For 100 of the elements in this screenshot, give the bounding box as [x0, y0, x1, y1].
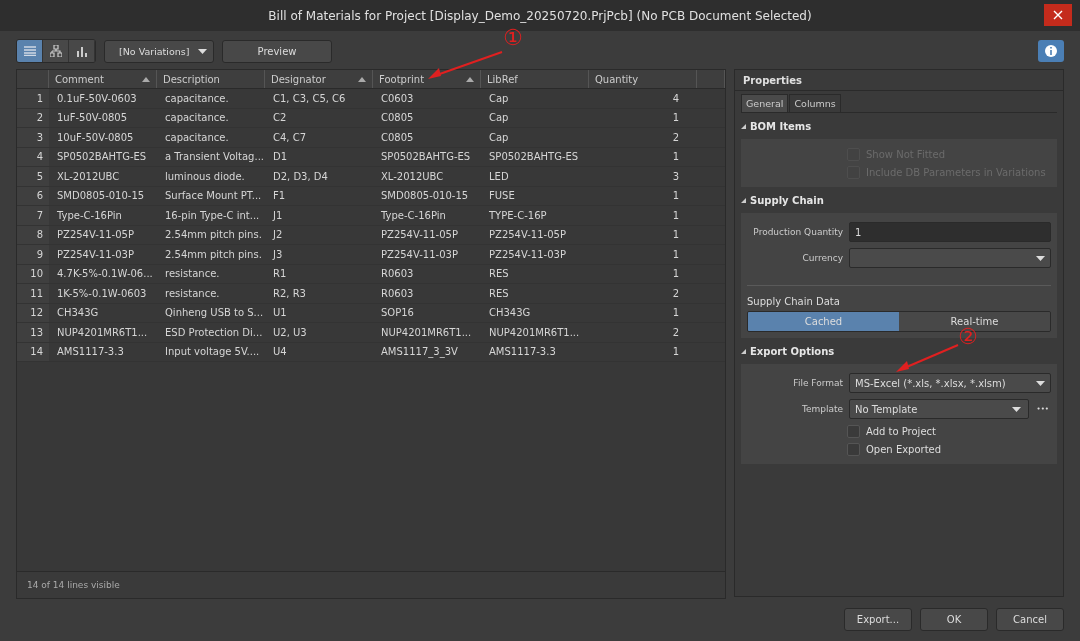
- dialog-button[interactable]: Export...: [844, 607, 912, 631]
- table-cell-text: ESD Protection Di...: [164, 325, 264, 340]
- table-cell-text: AMS1117-3.3: [56, 345, 125, 360]
- table-cell-text: 4: [671, 91, 680, 106]
- table-cell-text: Type-C-16Pin: [380, 208, 447, 223]
- dialog-button[interactable]: Cancel: [996, 607, 1064, 631]
- info-button[interactable]: [1038, 40, 1064, 62]
- checkbox-option[interactable]: Add to Project: [847, 422, 936, 440]
- table-cell-text: D2, D3, D4: [272, 169, 329, 184]
- table-cell-text: 1K-5%-0.1W-0603: [56, 286, 148, 301]
- table-cell-text: 1: [671, 111, 680, 126]
- table-cell-text: 2.54mm pitch pins.: [164, 228, 263, 243]
- table-cell-text: C0805: [380, 111, 415, 126]
- file-format-dropdown[interactable]: MS-Excel (*.xls, *.xlsx, *.xlsm): [849, 373, 1051, 393]
- table-cell-text: U2, U3: [272, 325, 308, 340]
- table-cell-text: NUP4201MR6T1...: [56, 325, 149, 340]
- table-cell-text: XL-2012UBC: [56, 169, 121, 184]
- table-cell-text: 10uF-50V-0805: [56, 130, 135, 145]
- template-dropdown[interactable]: No Template: [849, 399, 1029, 419]
- table-cell-text: 1: [671, 150, 680, 165]
- column-header[interactable]: Quantity: [589, 70, 697, 88]
- section-header[interactable]: Supply Chain: [741, 187, 824, 213]
- table-cell-text: PZ254V-11-03P: [380, 247, 459, 262]
- dialog-button[interactable]: OK: [920, 607, 988, 631]
- row-number: 9: [17, 245, 49, 264]
- checkbox[interactable]: [847, 442, 860, 456]
- table-cell-text: SP0502BAHTG-ES: [380, 150, 472, 165]
- section-header[interactable]: Export Options: [741, 338, 835, 364]
- table-cell-text: C4, C7: [272, 130, 308, 145]
- table-cell-text: SMD0805-010-15: [380, 189, 470, 204]
- table-cell-text: U1: [272, 306, 288, 321]
- table-cell-text: capacitance.: [164, 111, 230, 126]
- table-cell-text: PZ254V-11-05P: [56, 228, 135, 243]
- table-cell-text: D1: [272, 150, 289, 165]
- panel-title: Properties: [735, 70, 1063, 91]
- table-cell-text: PZ254V-11-03P: [56, 247, 135, 262]
- table-cell-text: 2.54mm pitch pins.: [164, 247, 263, 262]
- table-cell-text: F1: [272, 189, 287, 204]
- input-field[interactable]: 1: [849, 222, 1051, 242]
- table-cell-text: Surface Mount PT...: [164, 189, 263, 204]
- variations-dropdown[interactable]: [No Variations]: [104, 39, 214, 63]
- table-cell-text: 4.7K-5%-0.1W-06...: [56, 267, 154, 282]
- row-number: 11: [17, 284, 49, 303]
- table-cell-text: SMD0805-010-15: [56, 189, 146, 204]
- table-cell-text: 1: [671, 208, 680, 223]
- caret-icon: [198, 48, 207, 54]
- window-title: Bill of Materials for Project [Display_Demo_20250720.PrjPcb] (No PCB Document Selected): [268, 8, 812, 23]
- table-cell-text: SP0502BAHTG-ES: [56, 150, 148, 165]
- table-cell-text: resistance.: [164, 286, 221, 301]
- section-header[interactable]: BOM Items: [741, 113, 812, 139]
- table-cell-text: TYPE-C-16P: [488, 208, 548, 223]
- column-header[interactable]: LibRef: [481, 70, 589, 88]
- annotation-arrow: [896, 344, 959, 372]
- close-icon: [1053, 10, 1063, 20]
- row-number: 1: [17, 89, 49, 108]
- info-icon: [1045, 45, 1057, 57]
- table-cell-text: PZ254V-11-05P: [488, 228, 567, 243]
- table-cell-text: J3: [271, 247, 284, 262]
- table-cell-text: luminous diode.: [164, 169, 246, 184]
- table-cell-text: SP0502BAHTG-ES: [488, 150, 580, 165]
- column-header[interactable]: Description: [157, 70, 265, 88]
- tree-view-button[interactable]: [43, 40, 69, 62]
- chart-view-button[interactable]: [69, 40, 95, 62]
- tab[interactable]: General: [741, 94, 789, 112]
- table-cell-text: RES: [488, 286, 510, 301]
- caret-icon: [1011, 406, 1021, 412]
- table-cell-text: CH343G: [56, 306, 100, 321]
- column-header[interactable]: Designator: [265, 70, 373, 88]
- table-cell-text: J1: [271, 208, 284, 223]
- list-view-button[interactable]: [17, 40, 43, 62]
- checkbox-option[interactable]: Open Exported: [847, 440, 942, 458]
- table-cell-text: Qinheng USB to S...: [164, 306, 265, 321]
- annotation-number: ①: [503, 27, 523, 49]
- table-cell-text: R0603: [380, 286, 415, 301]
- table-cell-text: 1: [671, 345, 680, 360]
- table-cell-text: 2: [671, 130, 680, 145]
- table-cell-text: PZ254V-11-03P: [488, 247, 567, 262]
- table-cell-text: Input voltage 5V....: [164, 345, 261, 360]
- tab[interactable]: Columns: [789, 94, 841, 112]
- table-cell-text: PZ254V-11-05P: [380, 228, 459, 243]
- column-header[interactable]: Comment: [49, 70, 157, 88]
- field-label: Supply Chain Data: [747, 295, 841, 309]
- table-cell-text: 1: [671, 247, 680, 262]
- table-cell-text: 1uF-50V-0805: [56, 111, 129, 126]
- close-button[interactable]: [1044, 4, 1072, 26]
- collapse-triangle-icon: [741, 197, 746, 203]
- row-number: 13: [17, 323, 49, 342]
- table-cell-text: U4: [272, 345, 288, 360]
- table-cell-text: capacitance.: [164, 91, 230, 106]
- table-cell-text: 16-pin Type-C int...: [164, 208, 261, 223]
- table-cell-text: a Transient Voltag...: [164, 150, 265, 165]
- table-cell-text: Cap: [488, 130, 510, 145]
- checkbox[interactable]: [847, 424, 860, 438]
- table-cell-text: SOP16: [380, 306, 415, 321]
- table-cell-text: 1: [671, 189, 680, 204]
- caret-icon: [1036, 255, 1045, 261]
- preview-button[interactable]: Preview: [222, 39, 332, 63]
- table-cell-text: 3: [671, 169, 680, 184]
- field-label: File Format: [792, 378, 843, 388]
- bar-chart-icon: [75, 45, 88, 57]
